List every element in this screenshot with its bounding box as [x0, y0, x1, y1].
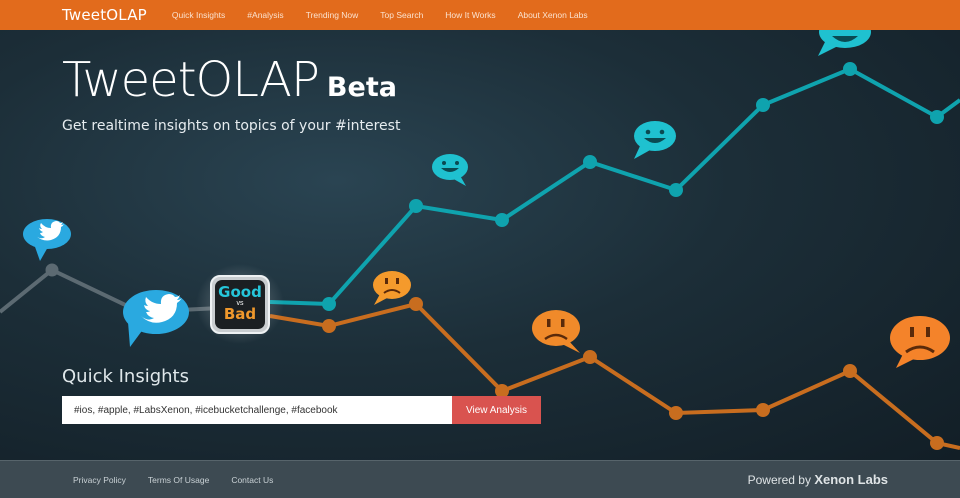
hero-section: Good vs Bad TweetOLAP Beta Get realtime i…: [0, 30, 960, 460]
nav-about-xenon-labs[interactable]: About Xenon Labs: [518, 10, 588, 20]
footer-privacy-policy-link[interactable]: Privacy Policy: [73, 475, 126, 485]
nav-how-it-works[interactable]: How It Works: [445, 10, 495, 20]
happy-face-bubble-icon-3: [818, 30, 871, 56]
twitter-bubble-icon-small: [23, 219, 71, 261]
top-navbar: TweetOLAP Quick Insights #Analysis Trend…: [0, 0, 960, 30]
sad-face-bubble-icon-2: [532, 310, 580, 353]
happy-face-bubble-icon-2: [634, 121, 676, 159]
quick-insights-heading: Quick Insights: [62, 366, 189, 387]
twitter-bubble-icon-large: [123, 290, 189, 347]
powered-by-prefix: Powered by: [747, 473, 811, 487]
orange-nodes: [322, 297, 944, 450]
powered-by-brand[interactable]: Xenon Labs: [814, 472, 888, 487]
happy-face-bubble-icon-1: [432, 154, 468, 186]
nav-quick-insights[interactable]: Quick Insights: [172, 10, 225, 20]
sad-face-bubble-icon-1: [373, 271, 411, 305]
hashtag-search-input[interactable]: [62, 396, 452, 424]
teal-nodes: [322, 62, 944, 311]
footer: Privacy Policy Terms Of Usage Contact Us…: [0, 460, 960, 498]
sad-face-bubble-icon-3: [890, 316, 950, 368]
hero-title: TweetOLAP Beta: [62, 52, 397, 108]
hero-title-text: TweetOLAP: [62, 52, 320, 108]
view-analysis-button[interactable]: View Analysis: [452, 396, 541, 424]
good-vs-bad-badge-text: Good vs Bad: [215, 280, 265, 329]
footer-terms-of-usage-link[interactable]: Terms Of Usage: [148, 475, 209, 485]
beta-label: Beta: [326, 72, 397, 103]
nav-top-search[interactable]: Top Search: [380, 10, 423, 20]
footer-contact-us-link[interactable]: Contact Us: [231, 475, 273, 485]
brand-logo[interactable]: TweetOLAP: [62, 6, 147, 24]
orange-trend-line: [269, 301, 960, 450]
hero-subtitle: Get realtime insights on topics of your …: [62, 118, 401, 134]
gray-node: [45, 263, 59, 277]
badge-good-text: Good: [218, 283, 262, 301]
nav-analysis[interactable]: #Analysis: [247, 10, 283, 20]
powered-by: Powered by Xenon Labs: [748, 472, 888, 487]
nav-trending-now[interactable]: Trending Now: [306, 10, 359, 20]
badge-bad-text: Bad: [223, 305, 257, 323]
